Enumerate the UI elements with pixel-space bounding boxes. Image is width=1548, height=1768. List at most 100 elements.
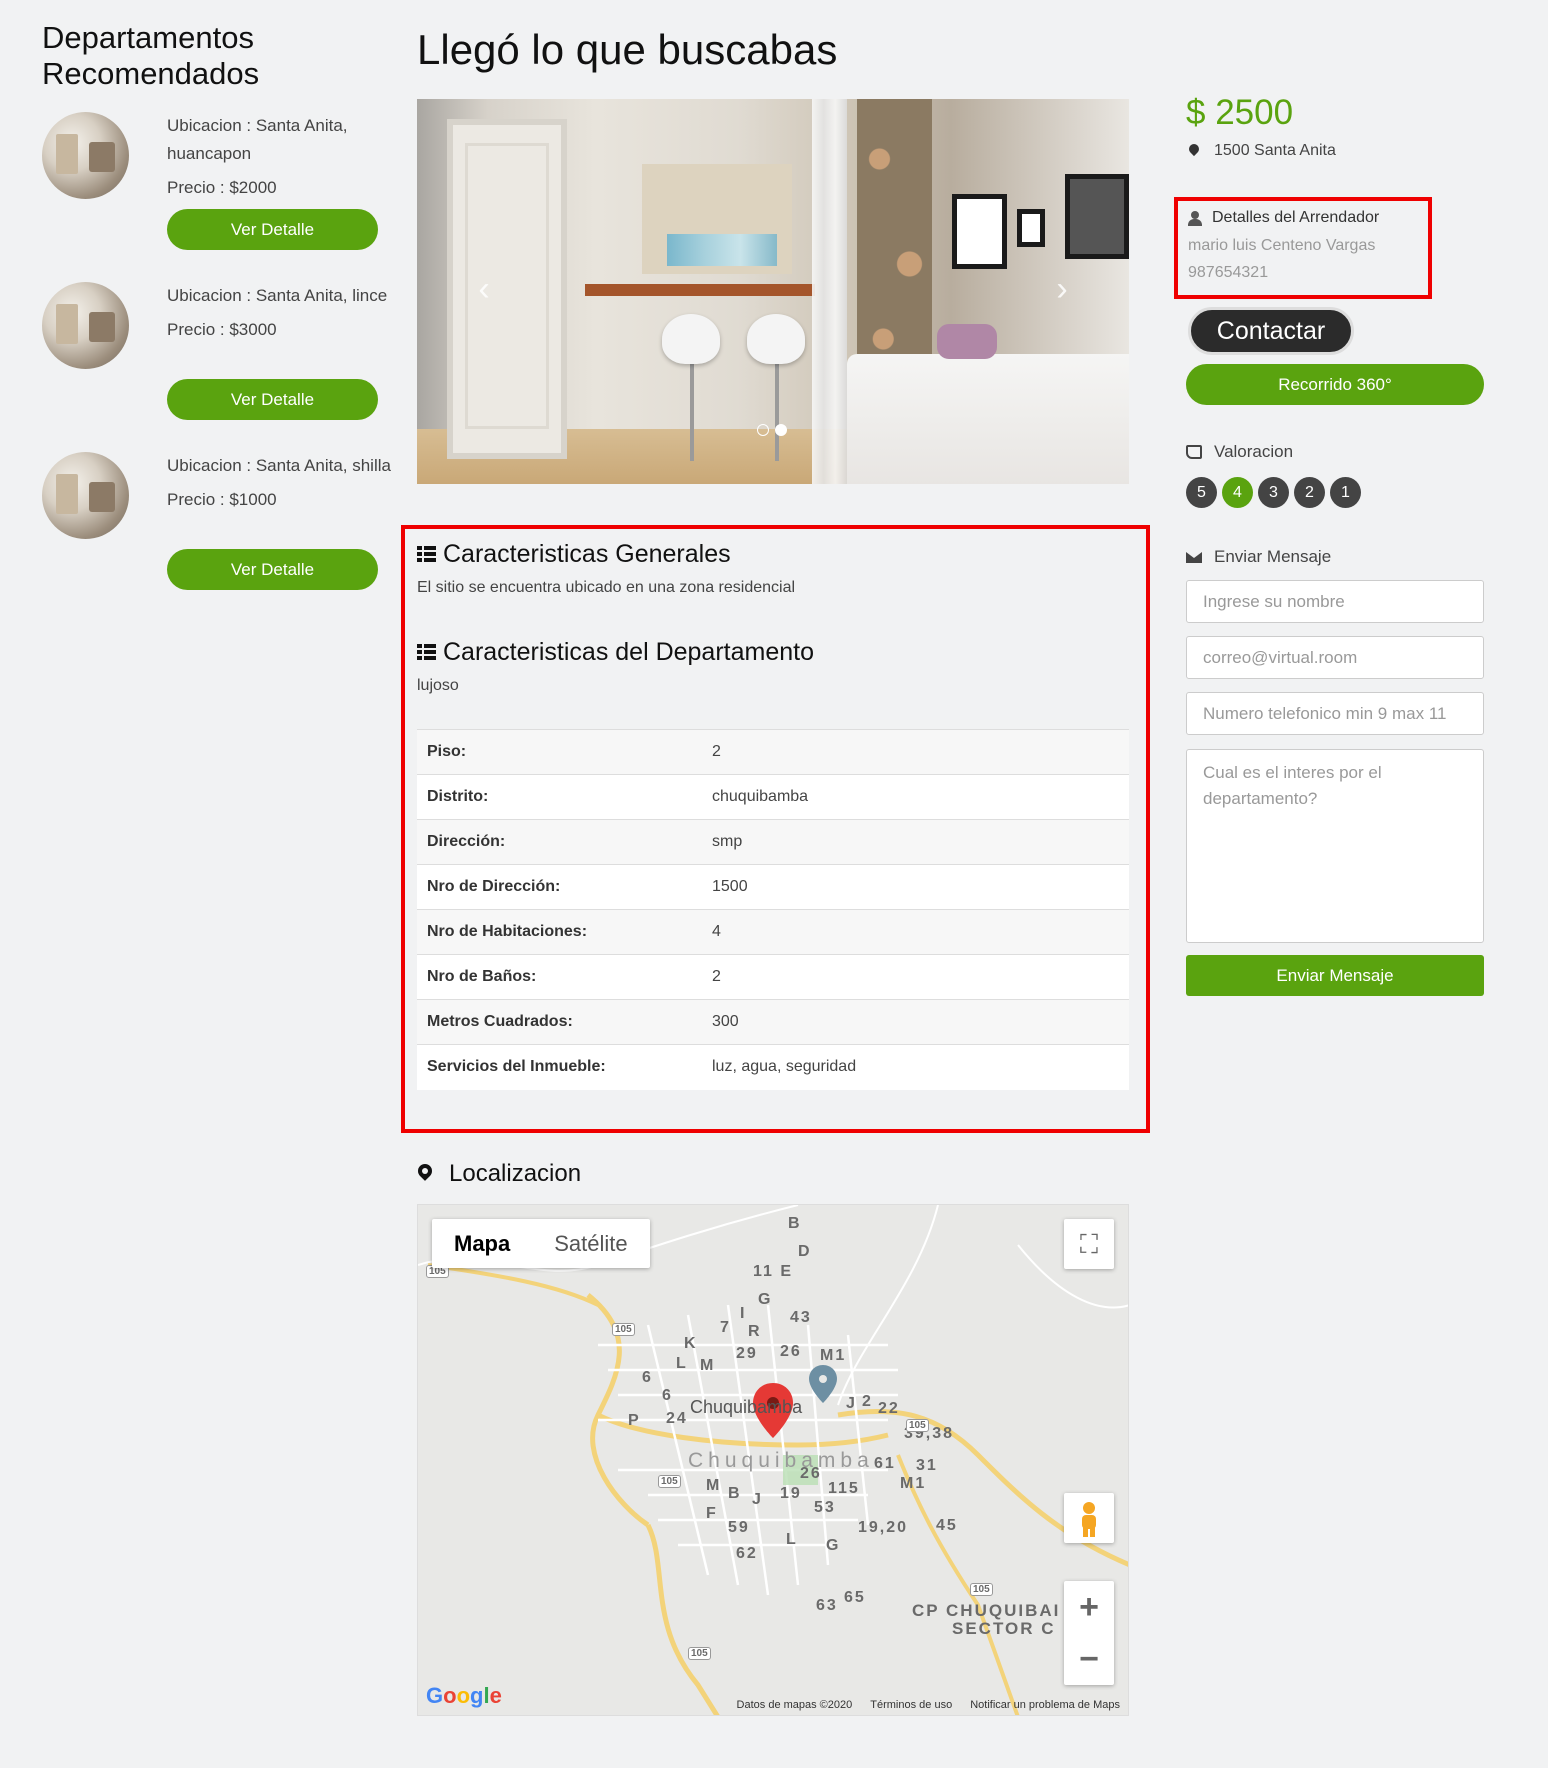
- photo-tiles: [667, 234, 777, 266]
- map-label: I: [740, 1305, 747, 1322]
- map-label: 61: [874, 1455, 896, 1472]
- contact-button[interactable]: Contactar: [1188, 307, 1354, 355]
- spec-key: Dirección:: [417, 819, 702, 865]
- zoom-out-icon[interactable]: −: [1064, 1633, 1114, 1685]
- table-row: Nro de Baños: 2: [417, 954, 1129, 1000]
- map-label: 59: [728, 1519, 750, 1536]
- rating-option[interactable]: 2: [1294, 477, 1325, 508]
- page-title: Llegó lo que buscabas: [417, 26, 838, 73]
- photo-stool: [662, 314, 720, 364]
- map-tab-map[interactable]: Mapa: [432, 1219, 532, 1268]
- map-label: K: [684, 1335, 698, 1352]
- table-row: Distrito: chuquibamba: [417, 774, 1129, 820]
- recommended-price: Precio : $2000: [167, 178, 277, 197]
- spec-value: smp: [702, 819, 1129, 865]
- photo-carousel[interactable]: ‹ ›: [417, 99, 1129, 484]
- features-box: Caracteristicas Generales El sitio se en…: [401, 525, 1150, 1133]
- map-label: 45: [936, 1517, 958, 1534]
- address-text: 1500 Santa Anita: [1214, 142, 1336, 159]
- recommended-item: Ubicacion : Santa Anita, shilla Precio :…: [42, 452, 392, 616]
- phone-input[interactable]: [1186, 692, 1484, 735]
- photo-pillow: [937, 324, 997, 359]
- table-row: Servicios del Inmueble: luz, agua, seguri…: [417, 1044, 1129, 1090]
- map-label: L: [676, 1355, 688, 1372]
- user-icon: [1188, 210, 1202, 226]
- address: 1500 Santa Anita: [1188, 142, 1336, 160]
- envelope-icon: [1186, 551, 1202, 563]
- name-input[interactable]: [1186, 580, 1484, 623]
- map-label: L: [786, 1531, 798, 1548]
- carousel-prev-icon[interactable]: ‹: [469, 269, 499, 309]
- list-icon: [417, 545, 436, 563]
- recommended-location: Ubicacion : Santa Anita, lince: [167, 286, 388, 305]
- map-label: 6: [642, 1369, 653, 1386]
- map-label: M: [700, 1357, 716, 1374]
- photo-counter: [585, 284, 815, 296]
- map-tab-satellite[interactable]: Satélite: [532, 1219, 649, 1268]
- spec-value: luz, agua, seguridad: [702, 1044, 1129, 1090]
- view-detail-button[interactable]: Ver Detalle: [167, 209, 378, 250]
- tour-360-button[interactable]: Recorrido 360°: [1186, 364, 1484, 405]
- route-shield: 105: [658, 1475, 681, 1488]
- spec-key: Servicios del Inmueble:: [417, 1044, 702, 1090]
- table-row: Nro de Habitaciones: 4: [417, 909, 1129, 955]
- pegman-icon[interactable]: [1064, 1493, 1114, 1543]
- zoom-in-icon[interactable]: +: [1064, 1581, 1114, 1633]
- map-label: P: [628, 1412, 641, 1429]
- spec-key: Nro de Habitaciones:: [417, 909, 702, 955]
- interest-textarea[interactable]: [1186, 749, 1484, 943]
- fullscreen-icon[interactable]: ⛶: [1064, 1219, 1114, 1269]
- photo-door: [447, 119, 567, 459]
- carousel-dot[interactable]: [757, 424, 769, 436]
- rating-option-selected[interactable]: 4: [1222, 477, 1253, 508]
- rating-option[interactable]: 3: [1258, 477, 1289, 508]
- spec-value: 2: [702, 954, 1129, 1000]
- map-report-link[interactable]: Notificar un problema de Maps: [970, 1699, 1120, 1711]
- recommended-location: Ubicacion : Santa Anita, shilla: [167, 456, 391, 475]
- map-label: 53: [814, 1499, 836, 1516]
- spec-key: Metros Cuadrados:: [417, 999, 702, 1045]
- email-input[interactable]: [1186, 636, 1484, 679]
- location-map[interactable]: B D 11 E G 43 I 7 R K 29 26 M1 L M 6 6 J…: [417, 1204, 1129, 1716]
- spec-key: Nro de Dirección:: [417, 864, 702, 910]
- map-label: B: [788, 1215, 802, 1232]
- send-message-button[interactable]: Enviar Mensaje: [1186, 955, 1484, 996]
- landlord-name: mario luis Centeno Vargas: [1188, 237, 1376, 254]
- google-logo: Google: [426, 1683, 502, 1708]
- photo-frame: [1065, 174, 1129, 259]
- route-shield: 105: [612, 1323, 635, 1336]
- carousel-dot-active[interactable]: [775, 424, 787, 436]
- map-data-credit: Datos de mapas ©2020: [736, 1699, 853, 1711]
- spec-value: 2: [702, 729, 1129, 775]
- recommended-sidebar: Departamentos Recomendados Ubicacion : S…: [42, 20, 392, 616]
- map-label: M: [706, 1477, 722, 1494]
- map-label: 62: [736, 1545, 758, 1562]
- map-footer: Datos de mapas ©2020 Términos de uso Not…: [737, 1699, 1120, 1711]
- map-terms-link[interactable]: Términos de uso: [870, 1699, 952, 1711]
- apartment-thumbnail[interactable]: [42, 452, 129, 539]
- map-type-toggle: Mapa Satélite: [432, 1219, 650, 1268]
- thumbs-up-icon: [1186, 445, 1202, 459]
- location-heading: Localizacion: [417, 1160, 581, 1188]
- general-features-text: El sitio se encuentra ubicado en una zon…: [417, 579, 796, 596]
- rating-option[interactable]: 5: [1186, 477, 1217, 508]
- map-label: 19: [780, 1485, 802, 1502]
- carousel-next-icon[interactable]: ›: [1047, 269, 1077, 309]
- map-town-label: Chuquibamba: [690, 1397, 803, 1417]
- table-row: Nro de Dirección: 1500: [417, 864, 1129, 910]
- route-shield: 105: [970, 1583, 993, 1596]
- view-detail-button[interactable]: Ver Detalle: [167, 379, 378, 420]
- table-row: Dirección: smp: [417, 819, 1129, 865]
- map-label: 2: [862, 1393, 873, 1410]
- apartment-thumbnail[interactable]: [42, 282, 129, 369]
- map-label: J: [752, 1491, 763, 1508]
- apartment-thumbnail[interactable]: [42, 112, 129, 199]
- map-label: 11 E: [753, 1263, 794, 1280]
- recommended-location: Ubicacion : Santa Anita, huancapon: [167, 116, 348, 163]
- view-detail-button[interactable]: Ver Detalle: [167, 549, 378, 590]
- spec-value: 4: [702, 909, 1129, 955]
- route-shield: 105: [906, 1419, 929, 1432]
- rating-option[interactable]: 1: [1330, 477, 1361, 508]
- photo-curtain: [812, 99, 847, 484]
- landlord-phone: 987654321: [1188, 264, 1269, 281]
